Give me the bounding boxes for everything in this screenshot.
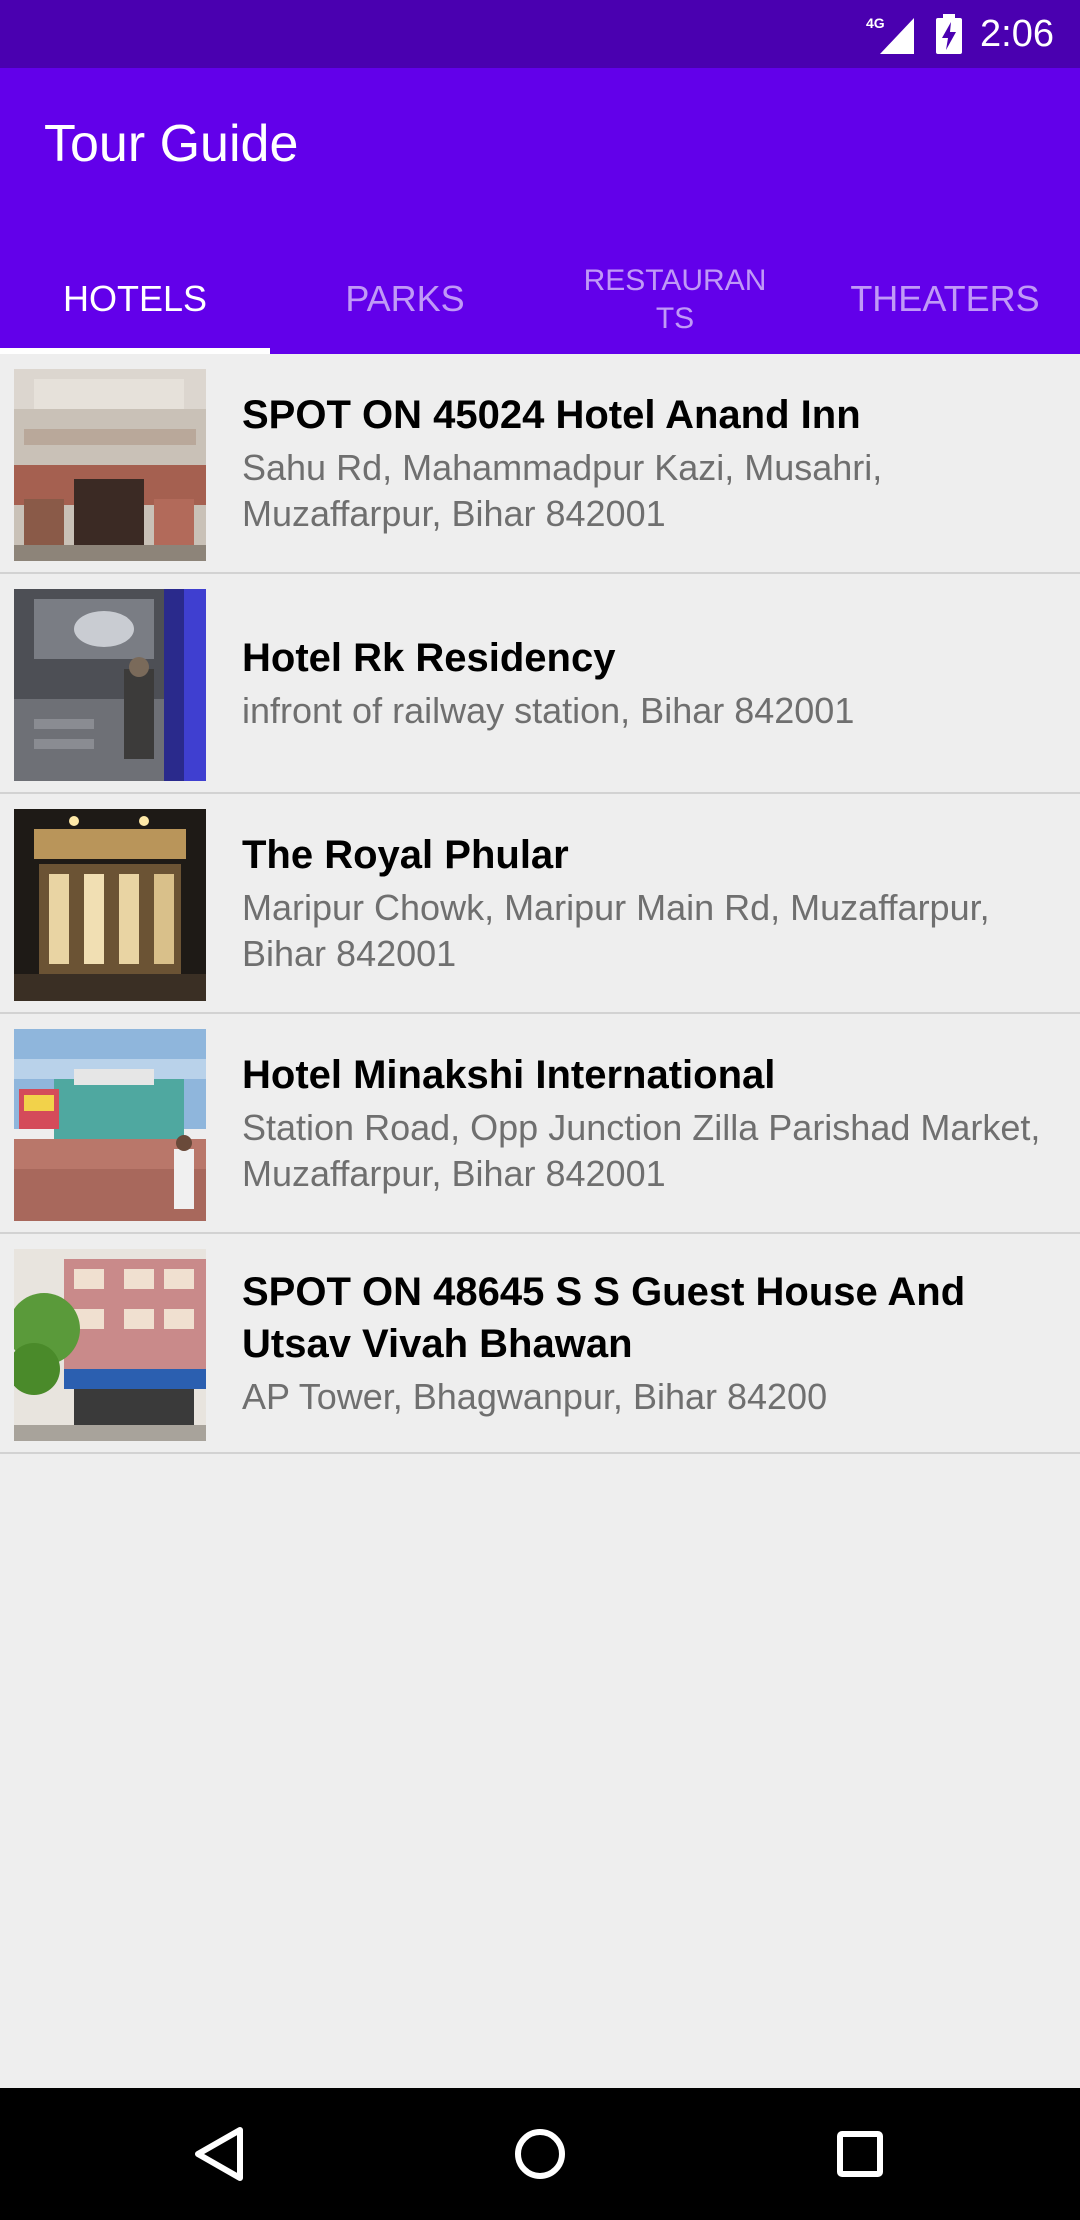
hotel-photo <box>14 1029 206 1221</box>
hotel-address: Maripur Chowk, Maripur Main Rd, Muzaffar… <box>242 887 990 974</box>
tab-parks[interactable]: PARKS <box>270 244 540 354</box>
list-item[interactable]: Hotel Rk Residency infront of railway st… <box>0 574 1080 794</box>
hotel-name: SPOT ON 48645 S S Guest House And Utsav … <box>242 1270 966 1366</box>
hotel-list: SPOT ON 45024 Hotel Anand Inn Sahu Rd, M… <box>0 354 1080 1454</box>
hotel-name: Hotel Minakshi International <box>242 1053 776 1097</box>
hotel-address: Station Road, Opp Junction Zilla Parisha… <box>242 1107 1041 1194</box>
hotel-address: Sahu Rd, Mahammadpur Kazi, Musahri, Muza… <box>242 447 883 534</box>
tab-bar: HOTELS PARKS RESTAURAN TS THEATERS <box>0 244 1080 354</box>
hotel-photo <box>14 589 206 781</box>
home-circle-icon[interactable] <box>500 2118 580 2190</box>
system-nav-bar <box>0 2088 1080 2220</box>
hotel-address: AP Tower, Bhagwanpur, Bihar 84200 <box>242 1376 828 1417</box>
list-item[interactable]: Hotel Minakshi International Station Roa… <box>0 1014 1080 1234</box>
hotel-photo <box>14 809 206 1001</box>
status-bar: 4G 2:06 <box>0 0 1080 68</box>
battery-charging-icon <box>936 14 962 54</box>
tab-label: THEATERS <box>850 278 1040 319</box>
hotel-name: The Royal Phular <box>242 833 569 877</box>
app-title: Tour Guide <box>44 115 299 173</box>
clock: 2:06 <box>980 13 1054 55</box>
tab-label: HOTELS <box>62 278 208 319</box>
back-triangle-icon[interactable] <box>180 2118 260 2190</box>
hotel-name: SPOT ON 45024 Hotel Anand Inn <box>242 393 861 437</box>
tab-label: RESTAURAN TS <box>583 264 767 335</box>
recents-square-icon[interactable] <box>820 2118 900 2190</box>
list-item[interactable]: SPOT ON 48645 S S Guest House And Utsav … <box>0 1234 1080 1454</box>
list-item[interactable]: SPOT ON 45024 Hotel Anand Inn Sahu Rd, M… <box>0 354 1080 574</box>
tab-restaurants[interactable]: RESTAURAN TS <box>540 244 810 354</box>
tab-label: PARKS <box>345 278 465 319</box>
hotel-name: Hotel Rk Residency <box>242 636 616 680</box>
hotel-photo <box>14 369 206 561</box>
svg-text:4G: 4G <box>866 15 885 31</box>
hotel-photo <box>14 1249 206 1441</box>
tab-theaters[interactable]: THEATERS <box>810 244 1080 354</box>
signal-icon: 4G <box>866 15 914 54</box>
list-item[interactable]: The Royal Phular Maripur Chowk, Maripur … <box>0 794 1080 1014</box>
tab-hotels[interactable]: HOTELS <box>0 244 270 354</box>
hotel-address: infront of railway station, Bihar 842001 <box>242 690 855 731</box>
app-bar: Tour Guide HOTELS PARKS RESTAURAN TS THE… <box>0 68 1080 354</box>
